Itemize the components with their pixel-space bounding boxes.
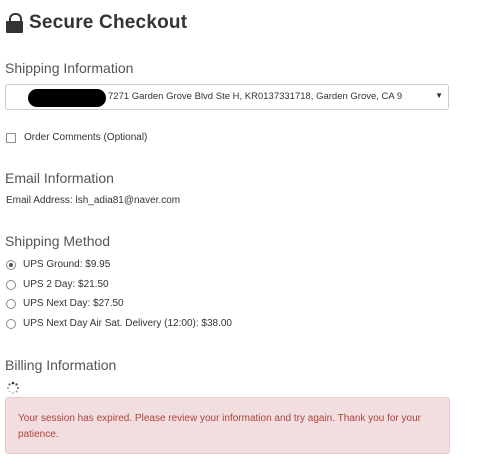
shipping-option-label[interactable]: UPS Ground: $9.95	[23, 259, 110, 270]
chevron-down-icon[interactable]: ▼	[435, 91, 443, 100]
shipping-information-heading: Shipping Information	[5, 60, 134, 76]
shipping-option-ups-next-day-air-sat[interactable]: UPS Next Day Air Sat. Delivery (12:00): …	[6, 318, 232, 329]
radio-button[interactable]	[6, 279, 16, 290]
email-information-heading: Email Information	[5, 170, 114, 186]
lock-icon	[6, 13, 23, 33]
loading-spinner-icon	[7, 381, 20, 394]
radio-button[interactable]	[6, 318, 16, 329]
shipping-method-heading: Shipping Method	[5, 233, 111, 249]
shipping-option-ups-next-day[interactable]: UPS Next Day: $27.50	[6, 298, 124, 309]
billing-information-heading: Billing Information	[5, 357, 117, 373]
redacted-name	[28, 89, 106, 107]
email-address-text: Email Address: lsh_adia81@naver.com	[6, 195, 181, 206]
page-title: Secure Checkout	[29, 12, 188, 33]
checkout-header: Secure Checkout	[6, 12, 187, 34]
shipping-address-select[interactable]: 7271 Garden Grove Blvd Ste H, KR01373317…	[5, 84, 449, 110]
order-comments-checkbox[interactable]	[6, 132, 16, 143]
session-expired-alert: Your session has expired. Please review …	[5, 397, 450, 454]
shipping-option-label[interactable]: UPS Next Day: $27.50	[23, 298, 124, 309]
order-comments-option[interactable]: Order Comments (Optional)	[6, 132, 147, 143]
shipping-option-ups-2-day[interactable]: UPS 2 Day: $21.50	[6, 279, 109, 290]
shipping-address-value: 7271 Garden Grove Blvd Ste H, KR01373317…	[108, 91, 403, 102]
radio-button-selected[interactable]	[6, 259, 16, 270]
shipping-option-label[interactable]: UPS 2 Day: $21.50	[23, 279, 109, 290]
order-comments-label[interactable]: Order Comments (Optional)	[24, 132, 147, 143]
radio-button[interactable]	[6, 298, 16, 309]
shipping-option-ups-ground[interactable]: UPS Ground: $9.95	[6, 259, 110, 270]
shipping-option-label[interactable]: UPS Next Day Air Sat. Delivery (12:00): …	[23, 318, 232, 329]
